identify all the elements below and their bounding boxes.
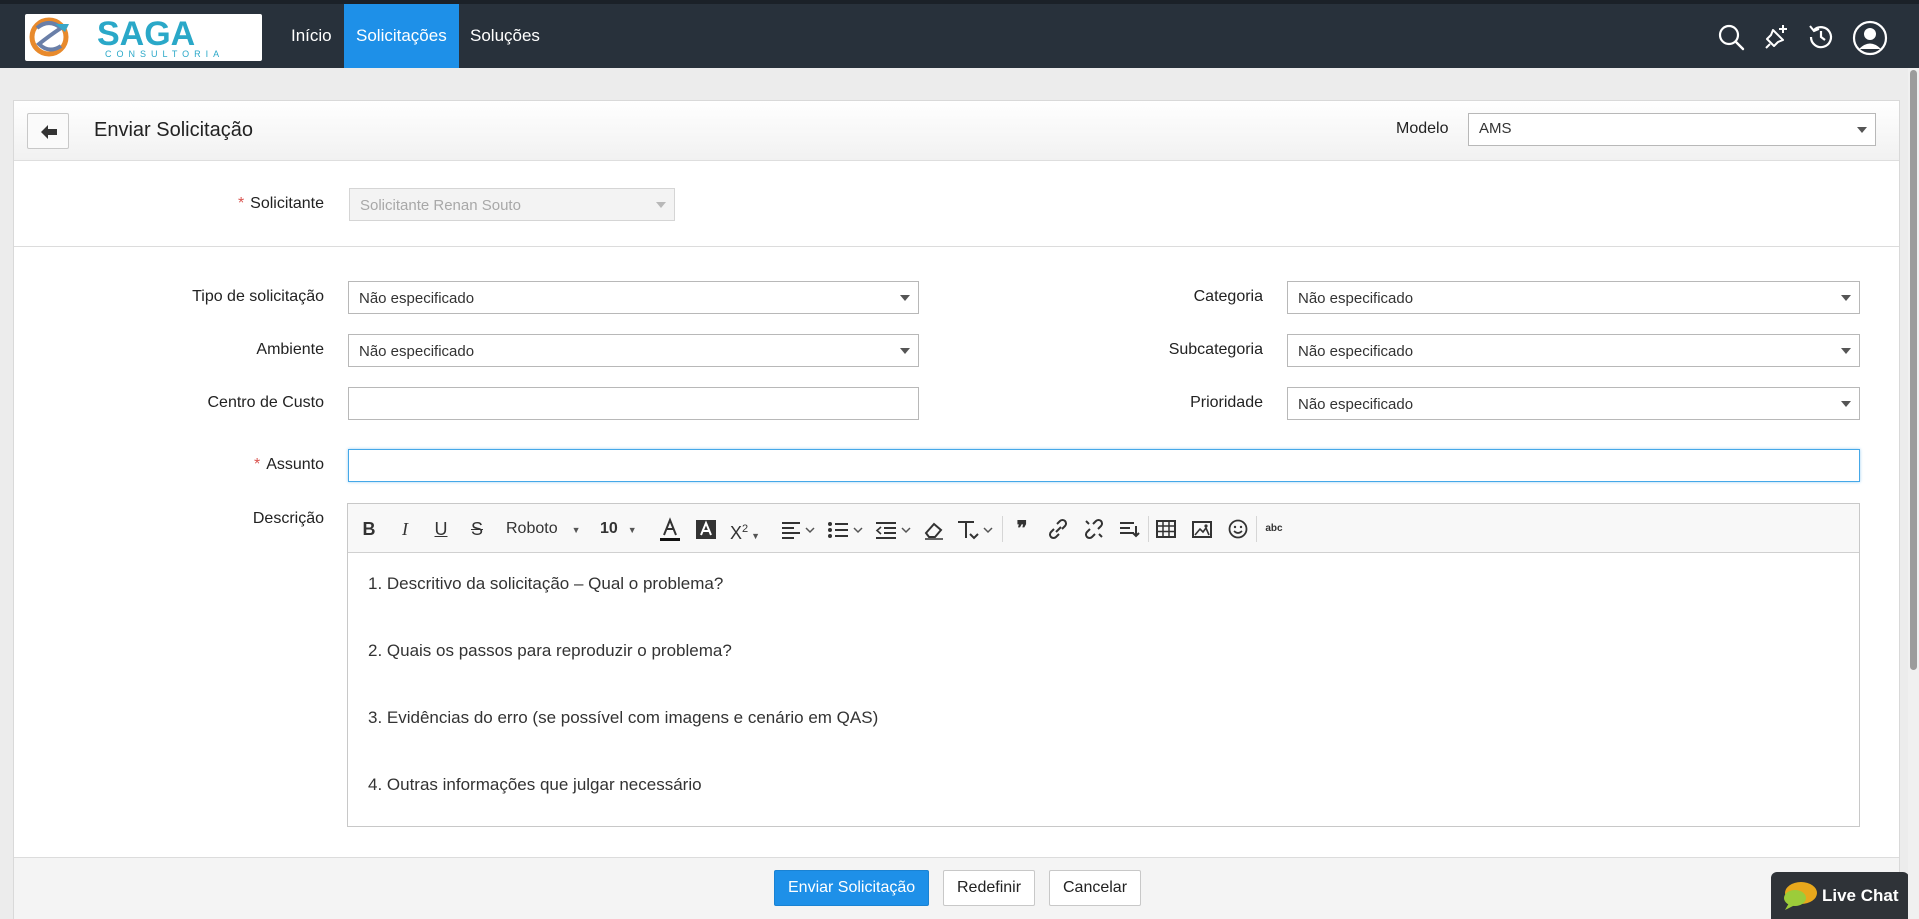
emoji-icon[interactable] <box>1226 516 1250 542</box>
chat-bubble-icon <box>1784 882 1817 910</box>
ambiente-label: Ambiente <box>256 341 324 358</box>
description-line: 1. Descritivo da solicitação – Qual o pr… <box>368 574 724 593</box>
unlink-icon[interactable] <box>1082 516 1106 542</box>
ambiente-value: Não especificado <box>359 343 475 360</box>
underline-icon[interactable]: U <box>430 516 452 542</box>
centro-custo-label: Centro de Custo <box>207 394 324 411</box>
scrollbar-thumb[interactable] <box>1910 70 1917 670</box>
subcategoria-value: Não especificado <box>1298 343 1414 360</box>
page-title: Enviar Solicitação <box>94 119 253 141</box>
submit-request-button[interactable]: Enviar Solicitação <box>774 870 930 906</box>
nav-solucoes[interactable]: Soluções <box>458 4 552 68</box>
table-icon[interactable] <box>1154 516 1178 542</box>
solicitante-value: Solicitante Renan Souto <box>360 197 521 214</box>
top-navbar: SAGA CONSULTORIA Início Solicitações Sol… <box>0 0 1919 68</box>
quote-icon[interactable]: ❞ <box>1010 516 1034 542</box>
bold-icon[interactable]: B <box>358 516 380 542</box>
new-request-icon[interactable] <box>1761 22 1791 52</box>
toolbar-separator <box>1148 516 1149 542</box>
subcategoria-select[interactable]: Não especificado <box>1287 334 1860 367</box>
description-editor[interactable]: B I U S Roboto ▼ 10 ▼ X2▼ ❞ abc 1. Descr… <box>347 503 1860 827</box>
prioridade-select[interactable]: Não especificado <box>1287 387 1860 420</box>
italic-icon[interactable]: I <box>394 516 416 542</box>
chevron-down-icon <box>1841 295 1851 301</box>
description-line: 4. Outras informações que julgar necessá… <box>368 775 702 794</box>
back-button[interactable] <box>27 113 69 149</box>
font-size-select[interactable]: 10 ▼ <box>600 516 648 542</box>
reset-button[interactable]: Redefinir <box>943 870 1036 906</box>
spellcheck-icon[interactable]: abc <box>1262 516 1286 542</box>
prioridade-value: Não especificado <box>1298 396 1414 413</box>
categoria-label: Categoria <box>1193 288 1263 305</box>
nav-inicio[interactable]: Início <box>279 4 344 68</box>
descricao-label: Descrição <box>252 510 324 527</box>
centro-custo-input[interactable] <box>348 387 919 420</box>
logo-subtext: CONSULTORIA <box>105 49 224 59</box>
chevron-down-icon <box>1857 127 1867 133</box>
align-icon[interactable] <box>780 516 818 542</box>
nav-solicitacoes[interactable]: Solicitações <box>344 4 459 68</box>
highlight-color-icon[interactable] <box>694 516 718 542</box>
list-icon[interactable] <box>826 516 866 542</box>
search-icon[interactable] <box>1716 22 1746 52</box>
form-footer: Enviar Solicitação Redefinir Cancelar <box>14 857 1899 919</box>
tipo-select[interactable]: Não especificado <box>348 281 919 314</box>
modelo-value: AMS <box>1479 120 1512 137</box>
line-height-icon[interactable] <box>956 516 996 542</box>
cancel-button[interactable]: Cancelar <box>1049 870 1142 906</box>
paragraph-format-icon[interactable] <box>1118 516 1142 542</box>
request-form-card: Enviar Solicitação Modelo AMS * Solicitan… <box>13 100 1900 919</box>
strikethrough-icon[interactable]: S <box>466 516 488 542</box>
subcategoria-label: Subcategoria <box>1168 341 1263 358</box>
live-chat-button[interactable]: Live Chat <box>1771 872 1909 919</box>
categoria-value: Não especificado <box>1298 290 1414 307</box>
requester-section: * Solicitante Solicitante Renan Souto <box>14 161 1899 247</box>
page-scrollbar[interactable] <box>1908 68 1919 919</box>
history-icon[interactable] <box>1806 22 1836 52</box>
chevron-down-icon <box>900 348 910 354</box>
modelo-select[interactable]: AMS <box>1468 113 1876 146</box>
tipo-label: Tipo de solicitação <box>192 288 324 305</box>
card-header: Enviar Solicitação Modelo AMS <box>14 101 1899 161</box>
superscript-icon[interactable]: X2▼ <box>730 516 770 543</box>
categoria-select[interactable]: Não especificado <box>1287 281 1860 314</box>
modelo-label: Modelo <box>1396 120 1449 137</box>
user-avatar-icon[interactable] <box>1852 20 1888 56</box>
chevron-down-icon <box>1841 348 1851 354</box>
editor-content[interactable]: 1. Descritivo da solicitação – Qual o pr… <box>368 573 878 841</box>
description-line: 3. Evidências do erro (se possível com i… <box>368 708 879 727</box>
ambiente-select[interactable]: Não especificado <box>348 334 919 367</box>
clear-format-icon[interactable] <box>922 516 946 542</box>
text-color-icon[interactable] <box>658 516 682 542</box>
link-icon[interactable] <box>1046 516 1070 542</box>
font-family-select[interactable]: Roboto ▼ <box>506 516 588 542</box>
prioridade-label: Prioridade <box>1190 394 1263 411</box>
description-line: 2. Quais os passos para reproduzir o pro… <box>368 641 732 660</box>
editor-toolbar: B I U S Roboto ▼ 10 ▼ X2▼ ❞ abc <box>348 504 1859 553</box>
assunto-label: * Assunto <box>253 456 324 473</box>
assunto-input[interactable] <box>348 449 1860 482</box>
chevron-down-icon <box>656 202 666 208</box>
toolbar-separator <box>1256 516 1257 542</box>
chevron-down-icon <box>1841 401 1851 407</box>
image-icon[interactable] <box>1190 516 1214 542</box>
solicitante-label: * Solicitante <box>237 195 324 212</box>
solicitante-select[interactable]: Solicitante Renan Souto <box>349 188 675 221</box>
tipo-value: Não especificado <box>359 290 475 307</box>
logo-text: SAGA <box>97 15 195 53</box>
arrow-left-icon <box>41 125 57 139</box>
toolbar-separator <box>1002 516 1003 542</box>
indent-icon[interactable] <box>874 516 914 542</box>
chevron-down-icon <box>900 295 910 301</box>
saga-logo[interactable]: SAGA CONSULTORIA <box>25 14 262 61</box>
live-chat-label: Live Chat <box>1822 886 1899 905</box>
